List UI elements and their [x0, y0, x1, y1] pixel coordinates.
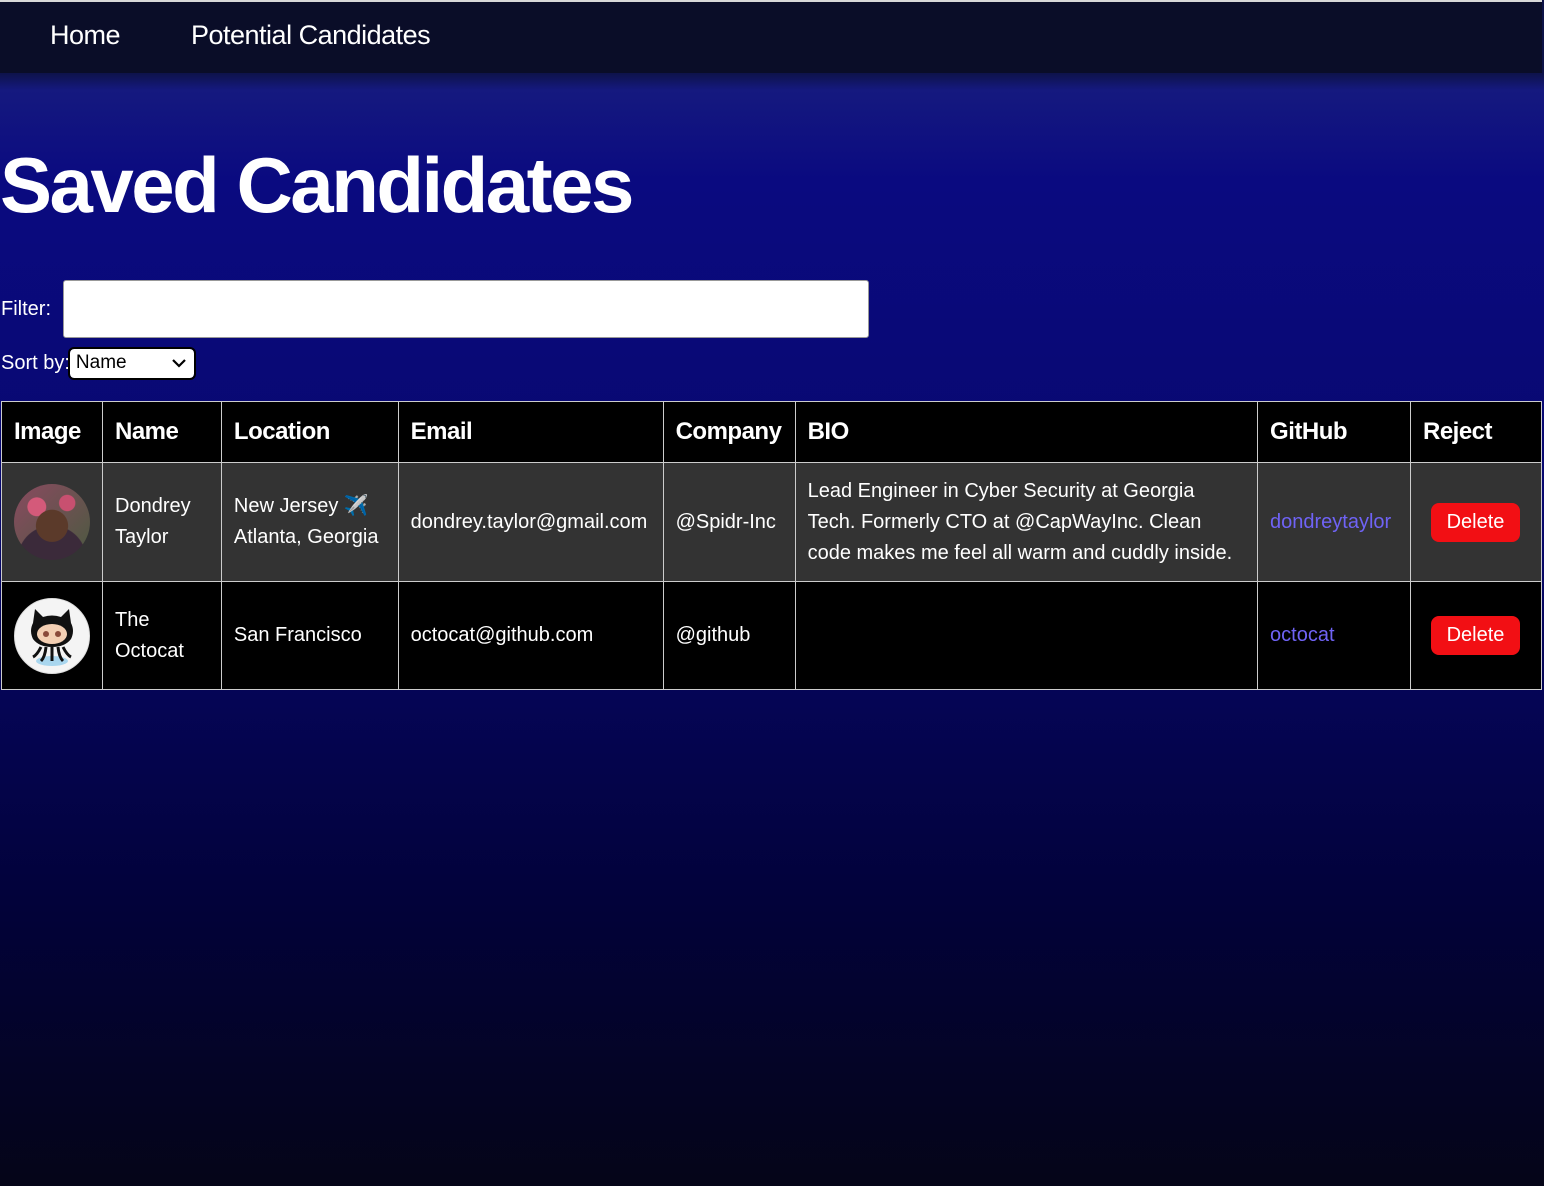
- nav-potential-candidates-link[interactable]: Potential Candidates: [191, 20, 431, 51]
- delete-button[interactable]: Delete: [1430, 502, 1520, 542]
- cell-image: [1, 462, 103, 582]
- filter-row: Filter:: [1, 279, 869, 339]
- table-header-row: Image Name Location Email Company BIO Gi…: [1, 401, 1543, 463]
- cell-image: [1, 581, 103, 690]
- cell-name: The Octocat: [102, 581, 222, 690]
- cell-github: dondreytaylor: [1257, 462, 1411, 582]
- header-bio: BIO: [794, 401, 1259, 463]
- cell-email: dondrey.taylor@gmail.com: [397, 462, 664, 582]
- sort-selected-value: Name: [75, 352, 127, 373]
- filter-label: Filter:: [1, 297, 51, 320]
- candidates-table: Image Name Location Email Company BIO Gi…: [1, 401, 1543, 690]
- sort-row: Sort by: Name: [1, 346, 196, 380]
- nav-home-link[interactable]: Home: [50, 20, 121, 51]
- delete-button[interactable]: Delete: [1430, 616, 1520, 655]
- header-reject: Reject: [1409, 401, 1543, 463]
- sort-label: Sort by:: [1, 351, 70, 374]
- header-github: GitHub: [1257, 401, 1411, 463]
- avatar: [14, 597, 90, 674]
- cell-location: New Jersey ✈️ Atlanta, Georgia: [220, 462, 399, 582]
- header-company: Company: [662, 401, 796, 463]
- avatar: [14, 484, 90, 560]
- cell-reject: Delete: [1409, 462, 1543, 582]
- github-link[interactable]: dondreytaylor: [1270, 511, 1391, 533]
- cell-bio: Lead Engineer in Cyber Security at Georg…: [794, 462, 1259, 582]
- sort-select[interactable]: Name: [67, 346, 196, 380]
- header-name: Name: [102, 401, 222, 463]
- page-title: Saved Candidates: [0, 141, 634, 229]
- cell-bio: [794, 581, 1259, 690]
- cell-github: octocat: [1257, 581, 1411, 690]
- cell-name: Dondrey Taylor: [102, 462, 222, 582]
- header-image: Image: [1, 401, 103, 463]
- cell-email: octocat@github.com: [397, 581, 664, 690]
- cell-location: San Francisco: [220, 581, 399, 690]
- top-nav: Home Potential Candidates: [0, 0, 1542, 73]
- cell-reject: Delete: [1409, 581, 1543, 690]
- filter-input[interactable]: [63, 280, 869, 338]
- octocat-icon: [31, 608, 73, 666]
- cell-company: @Spidr-Inc: [662, 462, 796, 582]
- header-location: Location: [220, 401, 399, 463]
- github-link[interactable]: octocat: [1270, 624, 1334, 646]
- table-row: Dondrey Taylor New Jersey ✈️ Atlanta, Ge…: [1, 462, 1543, 582]
- chevron-down-icon: [172, 356, 186, 371]
- cell-company: @github: [662, 581, 796, 690]
- table-row: The Octocat San Francisco octocat@github…: [1, 581, 1543, 690]
- header-email: Email: [397, 401, 664, 463]
